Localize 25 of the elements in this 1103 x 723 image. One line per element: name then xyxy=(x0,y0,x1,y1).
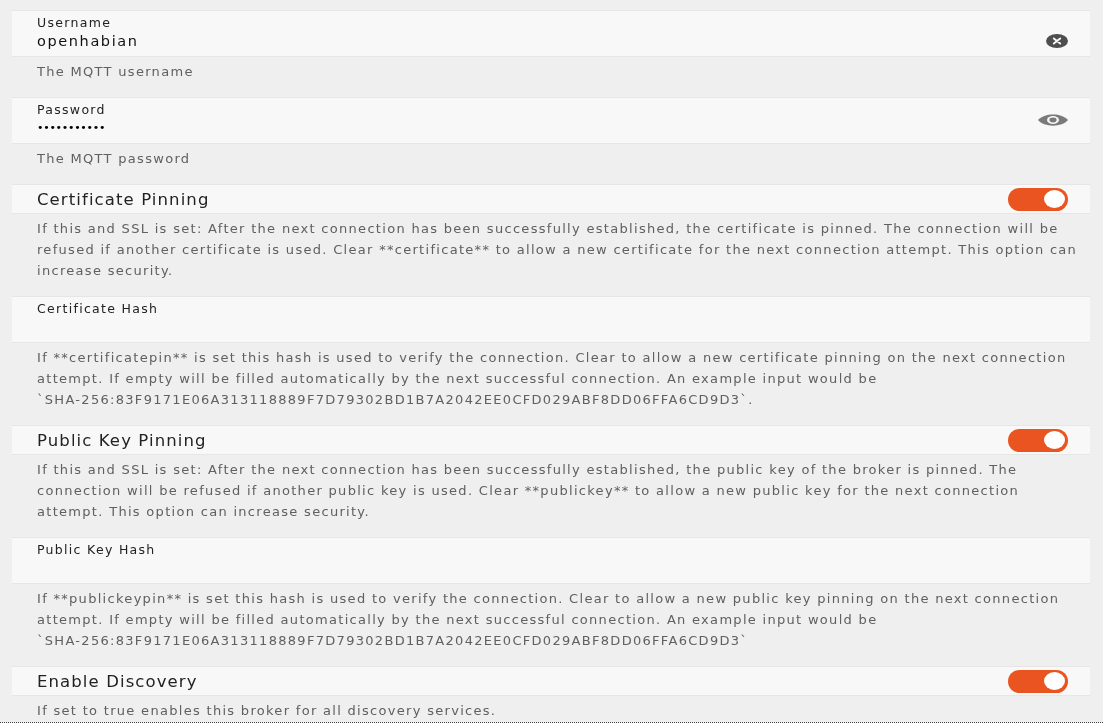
eye-icon[interactable] xyxy=(1038,114,1068,126)
setting-title: Certificate Pinning xyxy=(37,189,210,209)
help-text: The MQTT password xyxy=(36,150,192,168)
description-text: If this and SSL is set: After the next connection has been successfully established, the public key of the broker is pinned. The connection will be refused if another public key is used. Clear **publickey** to allow a new public key for the next connection attempt. This option can increase security. xyxy=(36,461,1021,521)
field-label: Password xyxy=(37,102,106,118)
help-text: If **publickeypin** is set this hash is used to verify the connection. Clear to allow a new public key pinning on the next connection attempt. If empty will be filled automatically by the next successful connection. An example input would be `SHA-256:83F9171E06A313118889F7D79302BD1B7A2042EE0CFD029ABF8DD06FFA6CD9D3` xyxy=(36,590,1061,650)
help-text: The MQTT username xyxy=(36,63,195,81)
help-text: If **certificatepin** is set this hash is used to verify the connection. Clear to allow a new certificate pinning on the next connection attempt. If empty will be filled automatically by the next successful connection. An example input would be `SHA-256:83F9171E06A313118889F7D79302BD1B7A2042EE0CFD029ABF8DD06FFA6CD9D3`. xyxy=(36,349,1068,409)
password-field[interactable]: Password ••••••••••• xyxy=(12,97,1090,144)
toggle-switch[interactable] xyxy=(1008,669,1068,693)
text-field[interactable]: Certificate Hash xyxy=(12,296,1090,343)
text-input[interactable]: openhabian xyxy=(37,31,1046,51)
text-field[interactable]: Username openhabian xyxy=(12,10,1090,57)
toggle-switch[interactable] xyxy=(1008,428,1068,452)
description-text: If this and SSL is set: After the next connection has been successfully established, the certificate is pinned. The connection will be refused if another certificate is used. Clear **certificate** to allow a new certificate for the next connection attempt. This option can increase security. xyxy=(36,220,1079,280)
setting-title: Public Key Pinning xyxy=(37,430,207,450)
password-input[interactable]: ••••••••••• xyxy=(37,118,1038,138)
setting-title: Enable Discovery xyxy=(37,671,198,691)
toggle-switch[interactable] xyxy=(1008,187,1068,211)
text-field[interactable]: Public Key Hash xyxy=(12,537,1090,584)
field-label: Public Key Hash xyxy=(37,542,156,558)
clear-icon[interactable] xyxy=(1046,34,1068,48)
field-label: Username xyxy=(37,15,112,31)
description-text: If set to true enables this broker for all discovery services. xyxy=(36,702,498,720)
field-label: Certificate Hash xyxy=(37,301,159,317)
